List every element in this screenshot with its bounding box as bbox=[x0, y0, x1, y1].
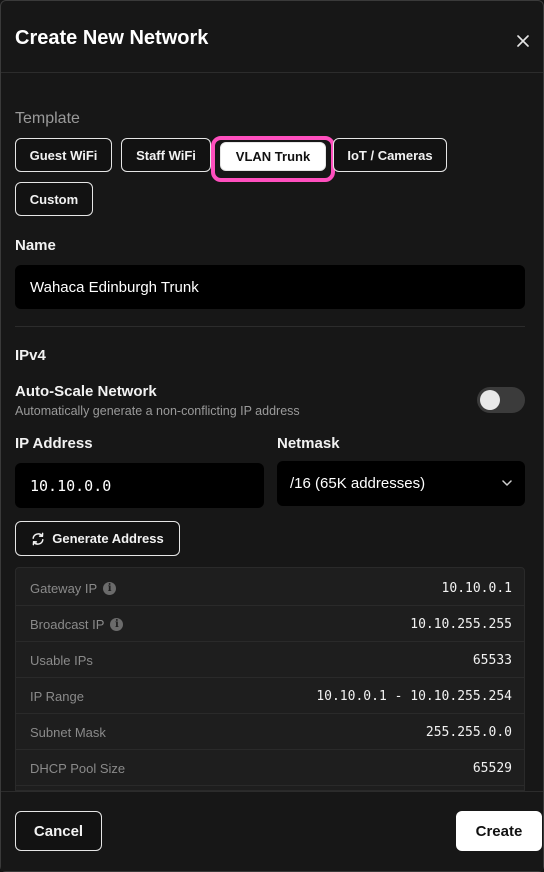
dialog-title: Create New Network bbox=[15, 27, 209, 49]
network-details-table: Gateway IP i 10.10.0.1 Broadcast IP i 10… bbox=[15, 567, 525, 791]
detail-value: 65533 bbox=[472, 653, 512, 668]
template-section-label: Template bbox=[15, 110, 80, 127]
name-label: Name bbox=[15, 237, 56, 254]
dialog-header: Create New Network bbox=[1, 1, 543, 73]
create-network-dialog: Create New Network Template Guest WiFi S… bbox=[0, 0, 544, 872]
detail-value: 255.255.0.0 bbox=[425, 725, 512, 740]
refresh-icon bbox=[32, 532, 44, 545]
template-guest-wifi[interactable]: Guest WiFi bbox=[15, 138, 112, 172]
netmask-label: Netmask bbox=[277, 435, 340, 452]
name-input[interactable]: Wahaca Edinburgh Trunk bbox=[15, 265, 525, 309]
detail-value: 65529 bbox=[472, 761, 512, 776]
detail-value: 10.10.255.255 bbox=[410, 617, 512, 632]
detail-label: DHCP Pool Size bbox=[30, 761, 126, 776]
detail-row-subnet-mask: Subnet Mask 255.255.0.0 bbox=[16, 714, 524, 750]
detail-label: Broadcast IP bbox=[30, 617, 105, 632]
toggle-knob bbox=[480, 390, 500, 410]
detail-value: 10.10.0.1 - 10.10.255.254 bbox=[316, 689, 512, 704]
detail-label: IP Range bbox=[30, 689, 84, 704]
detail-row-dhcp-pool-size: DHCP Pool Size 65529 bbox=[16, 750, 524, 786]
auto-scale-label: Auto-Scale Network bbox=[15, 383, 157, 400]
close-button[interactable] bbox=[509, 29, 537, 53]
dialog-footer: Cancel Create bbox=[1, 791, 543, 871]
ipv4-section-label: IPv4 bbox=[15, 347, 46, 364]
generate-address-label: Generate Address bbox=[52, 531, 164, 546]
cancel-button[interactable]: Cancel bbox=[15, 811, 102, 851]
section-divider bbox=[15, 326, 525, 327]
detail-row-gateway-ip: Gateway IP i 10.10.0.1 bbox=[16, 570, 524, 606]
detail-label: Subnet Mask bbox=[30, 725, 106, 740]
ip-address-label: IP Address bbox=[15, 435, 93, 452]
info-icon[interactable]: i bbox=[110, 618, 124, 631]
template-vlan-trunk[interactable]: VLAN Trunk bbox=[220, 142, 326, 171]
ip-address-value: 10.10.0.0 bbox=[30, 476, 112, 495]
create-button[interactable]: Create bbox=[456, 811, 542, 851]
detail-label: Gateway IP bbox=[30, 581, 98, 596]
template-custom[interactable]: Custom bbox=[15, 182, 93, 216]
template-staff-wifi[interactable]: Staff WiFi bbox=[121, 138, 211, 172]
detail-row-usable-ips: Usable IPs 65533 bbox=[16, 642, 524, 678]
name-value: Wahaca Edinburgh Trunk bbox=[30, 278, 199, 296]
netmask-select[interactable]: /16 (65K addresses) bbox=[277, 461, 525, 506]
auto-scale-toggle[interactable] bbox=[477, 387, 525, 413]
chevron-down-icon bbox=[502, 480, 512, 486]
detail-value: 10.10.0.1 bbox=[441, 581, 512, 596]
close-icon bbox=[517, 35, 529, 47]
info-icon[interactable]: i bbox=[103, 582, 117, 595]
template-iot-cameras[interactable]: IoT / Cameras bbox=[333, 138, 447, 172]
detail-label: Usable IPs bbox=[30, 653, 93, 668]
netmask-value: /16 (65K addresses) bbox=[290, 475, 426, 492]
generate-address-button[interactable]: Generate Address bbox=[15, 521, 180, 556]
detail-row-broadcast-ip: Broadcast IP i 10.10.255.255 bbox=[16, 606, 524, 642]
detail-row-ip-range: IP Range 10.10.0.1 - 10.10.255.254 bbox=[16, 678, 524, 714]
ip-address-input[interactable]: 10.10.0.0 bbox=[15, 463, 264, 508]
auto-scale-description: Automatically generate a non-conflicting… bbox=[15, 404, 300, 418]
